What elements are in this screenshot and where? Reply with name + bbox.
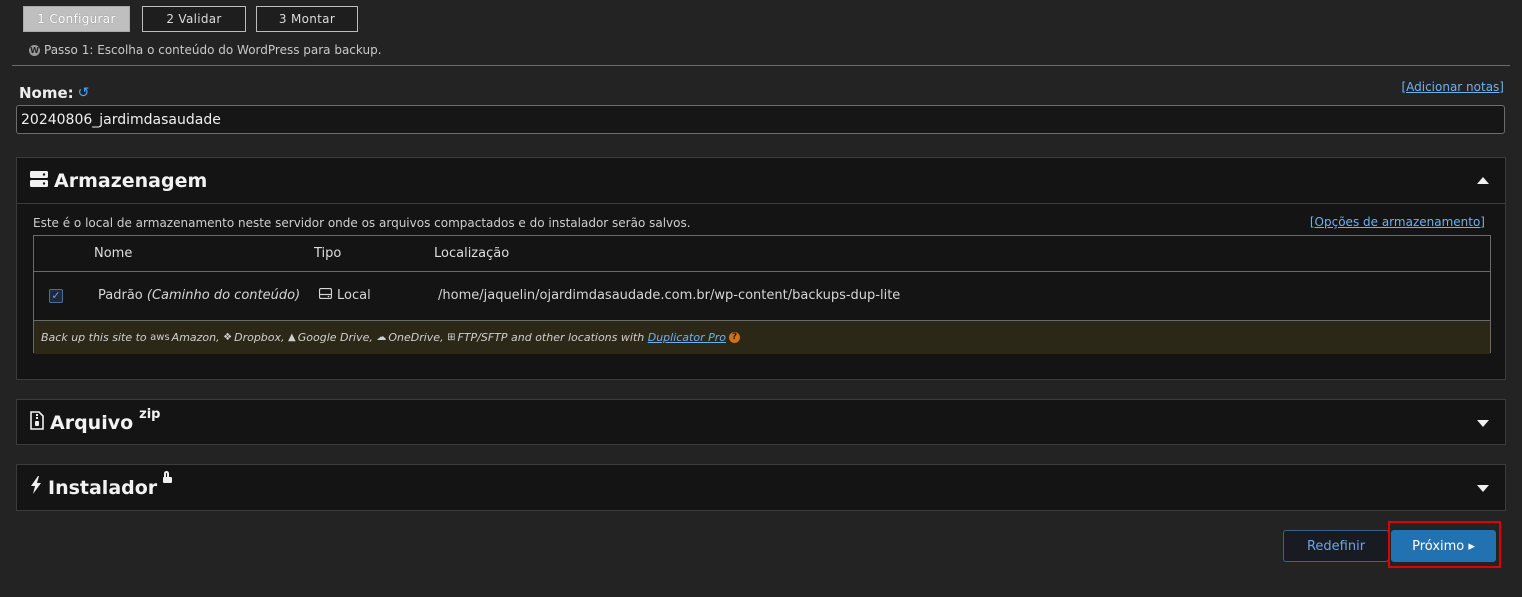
storage-checkbox[interactable]: ✓ bbox=[49, 289, 63, 303]
package-name-input[interactable] bbox=[16, 105, 1505, 134]
expand-icon[interactable] bbox=[1477, 419, 1489, 427]
add-notes-link[interactable]: [Adicionar notas] bbox=[1401, 80, 1504, 94]
aws-icon: aws bbox=[150, 332, 170, 343]
zip-file-icon bbox=[30, 410, 44, 435]
collapse-icon[interactable] bbox=[1477, 176, 1489, 184]
bolt-icon bbox=[30, 476, 42, 499]
installer-panel-header[interactable]: Instalador bbox=[17, 465, 1505, 510]
promo-prefix: Back up this site to bbox=[41, 331, 147, 344]
promo-gdrive: Google Drive, bbox=[297, 331, 373, 344]
installer-title: Instalador bbox=[48, 476, 158, 499]
step-hint-text: Passo 1: Escolha o conteúdo do WordPress… bbox=[44, 43, 382, 57]
reset-button[interactable]: Redefinir bbox=[1283, 530, 1389, 562]
pro-promo-banner: Back up this site to aws Amazon, ❖ Dropb… bbox=[34, 320, 1490, 354]
archive-title: Arquivo bbox=[50, 411, 134, 434]
step-configure[interactable]: 1 Configurar bbox=[23, 6, 130, 32]
promo-amazon: Amazon, bbox=[171, 331, 220, 344]
duplicator-pro-link[interactable]: Duplicator Pro bbox=[648, 331, 726, 344]
storage-title: Armazenagem bbox=[54, 169, 208, 192]
installer-panel: Instalador bbox=[16, 464, 1506, 511]
storage-table: Nome Tipo Localização ✓ Padrão (Caminho … bbox=[33, 235, 1491, 354]
archive-format: zip bbox=[139, 407, 161, 422]
unlock-icon bbox=[163, 470, 173, 483]
col-header-location: Localização bbox=[434, 246, 510, 261]
table-row: ✓ Padrão (Caminho do conteúdo) Local /ho… bbox=[34, 271, 1490, 321]
network-icon: ⊞ bbox=[447, 332, 456, 343]
archive-panel: Arquivo zip bbox=[16, 399, 1506, 445]
dropbox-icon: ❖ bbox=[223, 332, 233, 343]
storage-options-link[interactable]: [Opções de armazenamento] bbox=[1310, 215, 1485, 229]
storage-location: /home/jaquelin/ojardimdasaudade.com.br/w… bbox=[438, 288, 901, 303]
expand-icon[interactable] bbox=[1477, 484, 1489, 492]
hard-drive-icon bbox=[318, 287, 333, 303]
storage-description: Este é o local de armazenamento neste se… bbox=[33, 216, 691, 230]
storage-type-text: Local bbox=[337, 288, 371, 303]
name-label-text: Nome: bbox=[19, 84, 74, 102]
storage-panel: Armazenagem Este é o local de armazename… bbox=[16, 157, 1506, 380]
storage-panel-header[interactable]: Armazenagem bbox=[17, 158, 1505, 204]
storage-name-note: (Caminho do conteúdo) bbox=[146, 288, 301, 303]
step-hint: W Passo 1: Escolha o conteúdo do WordPre… bbox=[29, 43, 382, 57]
next-button[interactable]: Próximo ▸ bbox=[1391, 530, 1496, 562]
step-validate[interactable]: 2 Validar bbox=[142, 6, 246, 32]
archive-panel-header[interactable]: Arquivo zip bbox=[17, 400, 1505, 445]
reset-name-icon[interactable]: ↺ bbox=[78, 85, 90, 101]
wordpress-icon: W bbox=[29, 44, 40, 56]
name-label: Nome: ↺ bbox=[19, 84, 89, 102]
storage-name-text: Padrão bbox=[98, 288, 143, 303]
step-build[interactable]: 3 Montar bbox=[256, 6, 358, 32]
storage-name: Padrão (Caminho do conteúdo) bbox=[98, 288, 300, 303]
google-drive-icon: ▲ bbox=[288, 332, 296, 343]
col-header-name: Nome bbox=[94, 246, 133, 261]
divider bbox=[12, 65, 1510, 66]
storage-type: Local bbox=[318, 287, 371, 303]
promo-ftp: FTP/SFTP and other locations with bbox=[457, 331, 645, 344]
help-icon[interactable]: ? bbox=[729, 332, 740, 343]
server-icon bbox=[30, 170, 48, 192]
promo-onedrive: OneDrive, bbox=[388, 331, 444, 344]
promo-dropbox: Dropbox, bbox=[234, 331, 285, 344]
col-header-type: Tipo bbox=[314, 246, 342, 261]
onedrive-cloud-icon: ☁ bbox=[376, 332, 387, 343]
